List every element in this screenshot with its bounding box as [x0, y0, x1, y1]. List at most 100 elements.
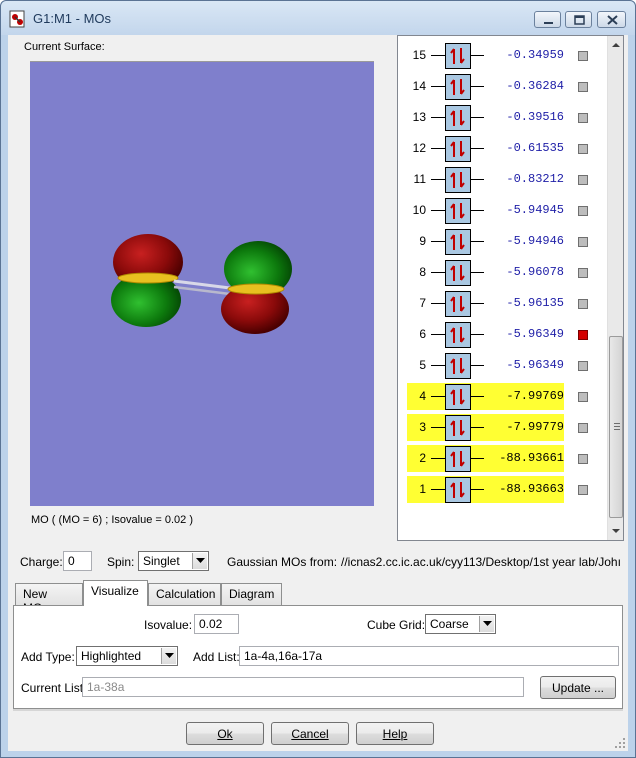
- minimize-button[interactable]: [534, 11, 561, 28]
- mo-occupancy-box[interactable]: [445, 415, 471, 441]
- mo-level-line: [471, 86, 484, 87]
- mo-select-box[interactable]: [578, 330, 588, 340]
- mo-occupancy-box[interactable]: [445, 229, 471, 255]
- mo-select-box[interactable]: [578, 361, 588, 371]
- tab-calculation[interactable]: Calculation: [148, 583, 221, 605]
- mo-energy: -5.96349: [506, 358, 564, 372]
- mo-row[interactable]: 9 -5.94946: [398, 226, 606, 257]
- mo-occupancy-box[interactable]: [445, 43, 471, 69]
- mo-row[interactable]: 10 -5.94945: [398, 195, 606, 226]
- mo-energy-list[interactable]: 15 -0.34959 14 -0.36284 13 -0.39516 12 -0.61535…: [397, 35, 624, 541]
- mo-level-line: [431, 489, 445, 490]
- mo-row[interactable]: 7 -5.96135: [398, 288, 606, 319]
- cancel-button[interactable]: Cancel: [271, 722, 349, 745]
- mo-occupancy-box[interactable]: [445, 167, 471, 193]
- mo-select-box[interactable]: [578, 206, 588, 216]
- close-icon: [607, 15, 618, 25]
- minimize-icon: [544, 22, 553, 24]
- mo-number: 7: [419, 296, 426, 310]
- mo-select-box[interactable]: [578, 82, 588, 92]
- mo-row[interactable]: 6 -5.96349: [398, 319, 606, 350]
- scroll-thumb[interactable]: [609, 336, 623, 518]
- mo-occupancy-box[interactable]: [445, 198, 471, 224]
- title-bar[interactable]: G1:M1 - MOs: [1, 1, 635, 35]
- mo-level-line: [471, 458, 484, 459]
- mo-status-text: MO ( (MO = 6) ; Isovalue = 0.02 ): [31, 514, 193, 526]
- electron-pair-icon: [450, 451, 465, 467]
- mo-row[interactable]: 8 -5.96078: [398, 257, 606, 288]
- electron-pair-icon: [450, 296, 465, 312]
- scroll-up-icon[interactable]: [608, 36, 624, 53]
- mo-list-scrollbar[interactable]: [607, 36, 623, 540]
- mo-occupancy-box[interactable]: [445, 291, 471, 317]
- add-type-select[interactable]: Highlighted: [76, 646, 178, 666]
- add-type-dropdown[interactable]: [161, 648, 176, 664]
- mo-select-box[interactable]: [578, 175, 588, 185]
- current-list-input[interactable]: 1a-38a: [82, 677, 524, 697]
- mo-occupancy-box[interactable]: [445, 353, 471, 379]
- mo-level-line: [431, 210, 445, 211]
- mo-occupancy-box[interactable]: [445, 384, 471, 410]
- close-button[interactable]: [597, 11, 626, 28]
- cube-grid-select[interactable]: Coarse: [425, 614, 496, 634]
- mo-occupancy-box[interactable]: [445, 260, 471, 286]
- mo-select-box[interactable]: [578, 113, 588, 123]
- mo-occupancy-box[interactable]: [445, 477, 471, 503]
- mo-row[interactable]: 4 -7.99769: [398, 381, 606, 412]
- mo-occupancy-box[interactable]: [445, 105, 471, 131]
- mo-row[interactable]: 13 -0.39516: [398, 102, 606, 133]
- resize-grip-icon[interactable]: [614, 737, 626, 749]
- mo-level-line: [471, 55, 484, 56]
- spin-select[interactable]: Singlet: [138, 551, 209, 571]
- help-label: Help: [382, 727, 408, 741]
- mo-energy: -5.96078: [506, 265, 564, 279]
- mo-row[interactable]: 14 -0.36284: [398, 71, 606, 102]
- ok-label: Ok: [217, 727, 233, 741]
- mo-energy: -5.94945: [506, 203, 564, 217]
- help-button[interactable]: Help: [356, 722, 434, 745]
- isovalue-input[interactable]: 0.02: [194, 614, 239, 634]
- mo-row[interactable]: 2 -88.93661: [398, 443, 606, 474]
- surface-viewport[interactable]: [30, 61, 374, 506]
- mo-number: 15: [412, 48, 426, 62]
- mo-level-line: [471, 303, 484, 304]
- mo-select-box[interactable]: [578, 485, 588, 495]
- mo-select-box[interactable]: [578, 454, 588, 464]
- tab-visualize[interactable]: Visualize: [83, 580, 148, 606]
- update-button[interactable]: Update ...: [540, 676, 616, 699]
- mo-select-box[interactable]: [578, 268, 588, 278]
- mo-occupancy-box[interactable]: [445, 322, 471, 348]
- mo-row[interactable]: 12 -0.61535: [398, 133, 606, 164]
- mo-select-box[interactable]: [578, 423, 588, 433]
- mo-select-box[interactable]: [578, 144, 588, 154]
- visualize-panel: Isovalue: 0.02 Cube Grid: Coarse Add Typ…: [13, 605, 623, 709]
- scroll-down-icon[interactable]: [608, 523, 624, 540]
- mo-occupancy-box[interactable]: [445, 446, 471, 472]
- mo-row[interactable]: 1 -88.93663: [398, 474, 606, 505]
- mo-select-box[interactable]: [578, 237, 588, 247]
- add-list-input[interactable]: 1a-4a,16a-17a: [239, 646, 619, 666]
- maximize-button[interactable]: [565, 11, 592, 28]
- mo-row[interactable]: 15 -0.34959: [398, 40, 606, 71]
- electron-pair-icon: [450, 389, 465, 405]
- ok-button[interactable]: Ok: [186, 722, 264, 745]
- spin-dropdown[interactable]: [192, 553, 207, 569]
- mo-row[interactable]: 3 -7.99779: [398, 412, 606, 443]
- charge-input[interactable]: 0: [63, 551, 92, 571]
- cube-grid-dropdown[interactable]: [479, 616, 494, 632]
- mo-select-box[interactable]: [578, 299, 588, 309]
- mo-level-line: [431, 458, 445, 459]
- mo-row[interactable]: 11 -0.83212: [398, 164, 606, 195]
- tab-diagram[interactable]: Diagram: [221, 583, 282, 605]
- mo-select-box[interactable]: [578, 51, 588, 61]
- mo-number: 9: [419, 234, 426, 248]
- mo-occupancy-box[interactable]: [445, 136, 471, 162]
- mo-select-box[interactable]: [578, 392, 588, 402]
- electron-pair-icon: [450, 327, 465, 343]
- mo-number: 12: [412, 141, 426, 155]
- mo-occupancy-box[interactable]: [445, 74, 471, 100]
- source-label: Gaussian MOs from:: [227, 555, 338, 569]
- mo-row[interactable]: 5 -5.96349: [398, 350, 606, 381]
- tab-new-mos[interactable]: New MOs: [15, 583, 83, 615]
- mo-level-line: [431, 365, 445, 366]
